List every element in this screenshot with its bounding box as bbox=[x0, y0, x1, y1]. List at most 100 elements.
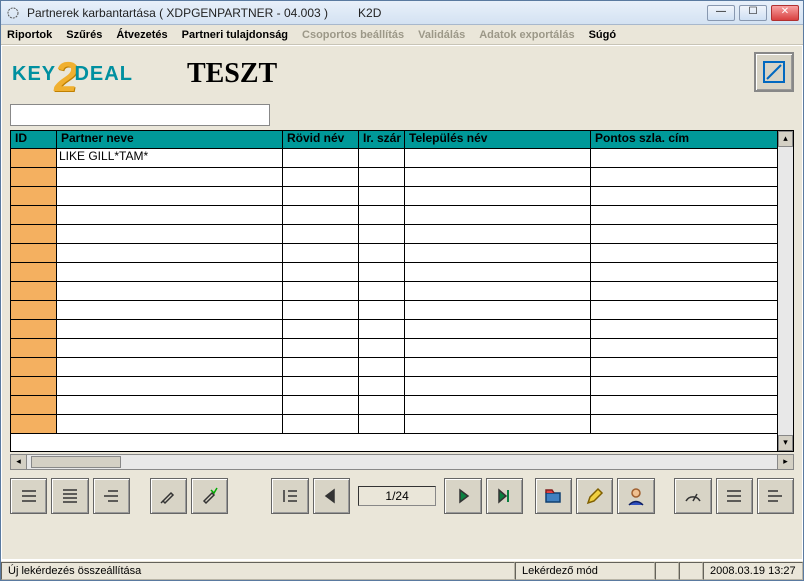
cell-tel[interactable] bbox=[405, 339, 591, 357]
scroll-down-button[interactable]: ▾ bbox=[778, 435, 793, 451]
table-row[interactable] bbox=[11, 244, 777, 263]
col-header-tel[interactable]: Település név bbox=[405, 131, 591, 148]
cell-rovid[interactable] bbox=[283, 206, 359, 224]
cell-name[interactable]: LIKE GILL*TAM* bbox=[57, 149, 283, 167]
cell-name[interactable] bbox=[57, 377, 283, 395]
list-button-3[interactable] bbox=[93, 478, 130, 514]
cell-rovid[interactable] bbox=[283, 396, 359, 414]
cell-name[interactable] bbox=[57, 415, 283, 433]
cell-id[interactable] bbox=[11, 339, 57, 357]
cell-cim[interactable] bbox=[591, 415, 777, 433]
cell-name[interactable] bbox=[57, 282, 283, 300]
cell-id[interactable] bbox=[11, 168, 57, 186]
menu-item-2[interactable]: Átvezetés bbox=[116, 29, 167, 41]
cell-cim[interactable] bbox=[591, 225, 777, 243]
cell-ir[interactable] bbox=[359, 168, 405, 186]
cell-id[interactable] bbox=[11, 225, 57, 243]
list-button-4[interactable] bbox=[716, 478, 753, 514]
cell-id[interactable] bbox=[11, 149, 57, 167]
cell-tel[interactable] bbox=[405, 149, 591, 167]
cell-tel[interactable] bbox=[405, 206, 591, 224]
cell-ir[interactable] bbox=[359, 263, 405, 281]
cell-rovid[interactable] bbox=[283, 149, 359, 167]
cell-tel[interactable] bbox=[405, 225, 591, 243]
last-button[interactable] bbox=[486, 478, 523, 514]
cell-name[interactable] bbox=[57, 320, 283, 338]
close-button[interactable]: ✕ bbox=[771, 5, 799, 21]
cell-name[interactable] bbox=[57, 187, 283, 205]
prev-button[interactable] bbox=[313, 478, 350, 514]
cell-id[interactable] bbox=[11, 320, 57, 338]
menu-item-3[interactable]: Partneri tulajdonság bbox=[182, 29, 288, 41]
cell-ir[interactable] bbox=[359, 301, 405, 319]
cell-ir[interactable] bbox=[359, 320, 405, 338]
cell-tel[interactable] bbox=[405, 415, 591, 433]
list-button-2[interactable] bbox=[51, 478, 88, 514]
cell-rovid[interactable] bbox=[283, 377, 359, 395]
cell-cim[interactable] bbox=[591, 149, 777, 167]
cell-cim[interactable] bbox=[591, 320, 777, 338]
cell-id[interactable] bbox=[11, 244, 57, 262]
pin-button-1[interactable] bbox=[150, 478, 187, 514]
cell-id[interactable] bbox=[11, 301, 57, 319]
user-button[interactable] bbox=[617, 478, 654, 514]
table-row[interactable] bbox=[11, 377, 777, 396]
data-grid[interactable]: ID Partner neve Rövid név Ir. szár Telep… bbox=[10, 130, 794, 452]
cell-ir[interactable] bbox=[359, 187, 405, 205]
scrollbar-thumb[interactable] bbox=[31, 456, 121, 468]
cell-rovid[interactable] bbox=[283, 168, 359, 186]
cell-ir[interactable] bbox=[359, 396, 405, 414]
cell-rovid[interactable] bbox=[283, 225, 359, 243]
cell-ir[interactable] bbox=[359, 244, 405, 262]
cell-ir[interactable] bbox=[359, 358, 405, 376]
cell-tel[interactable] bbox=[405, 168, 591, 186]
table-row[interactable]: LIKE GILL*TAM* bbox=[11, 149, 777, 168]
cell-id[interactable] bbox=[11, 282, 57, 300]
filter-input[interactable] bbox=[10, 104, 270, 126]
next-button[interactable] bbox=[444, 478, 481, 514]
table-row[interactable] bbox=[11, 263, 777, 282]
cell-name[interactable] bbox=[57, 244, 283, 262]
table-row[interactable] bbox=[11, 168, 777, 187]
list-button-1[interactable] bbox=[10, 478, 47, 514]
cell-ir[interactable] bbox=[359, 282, 405, 300]
menu-item-7[interactable]: Súgó bbox=[589, 29, 617, 41]
table-row[interactable] bbox=[11, 301, 777, 320]
table-row[interactable] bbox=[11, 339, 777, 358]
cell-rovid[interactable] bbox=[283, 301, 359, 319]
cell-tel[interactable] bbox=[405, 320, 591, 338]
col-header-id[interactable]: ID bbox=[11, 131, 57, 148]
cell-tel[interactable] bbox=[405, 396, 591, 414]
cell-rovid[interactable] bbox=[283, 187, 359, 205]
cell-ir[interactable] bbox=[359, 377, 405, 395]
cell-name[interactable] bbox=[57, 225, 283, 243]
cell-name[interactable] bbox=[57, 301, 283, 319]
cell-cim[interactable] bbox=[591, 377, 777, 395]
cell-rovid[interactable] bbox=[283, 282, 359, 300]
cell-ir[interactable] bbox=[359, 149, 405, 167]
maximize-button[interactable]: ☐ bbox=[739, 5, 767, 21]
cell-tel[interactable] bbox=[405, 358, 591, 376]
cell-cim[interactable] bbox=[591, 244, 777, 262]
cell-cim[interactable] bbox=[591, 396, 777, 414]
cell-tel[interactable] bbox=[405, 377, 591, 395]
cell-rovid[interactable] bbox=[283, 358, 359, 376]
cell-cim[interactable] bbox=[591, 339, 777, 357]
cell-tel[interactable] bbox=[405, 263, 591, 281]
col-header-ir[interactable]: Ir. szár bbox=[359, 131, 405, 148]
cell-cim[interactable] bbox=[591, 206, 777, 224]
cell-ir[interactable] bbox=[359, 225, 405, 243]
folder-button[interactable] bbox=[535, 478, 572, 514]
cell-tel[interactable] bbox=[405, 244, 591, 262]
table-row[interactable] bbox=[11, 396, 777, 415]
table-row[interactable] bbox=[11, 282, 777, 301]
col-header-name[interactable]: Partner neve bbox=[57, 131, 283, 148]
cell-cim[interactable] bbox=[591, 187, 777, 205]
cell-tel[interactable] bbox=[405, 301, 591, 319]
cell-rovid[interactable] bbox=[283, 244, 359, 262]
col-header-rovid[interactable]: Rövid név bbox=[283, 131, 359, 148]
cell-id[interactable] bbox=[11, 263, 57, 281]
cell-tel[interactable] bbox=[405, 187, 591, 205]
table-row[interactable] bbox=[11, 225, 777, 244]
horizontal-scrollbar[interactable]: ◂ ▸ bbox=[10, 454, 794, 470]
